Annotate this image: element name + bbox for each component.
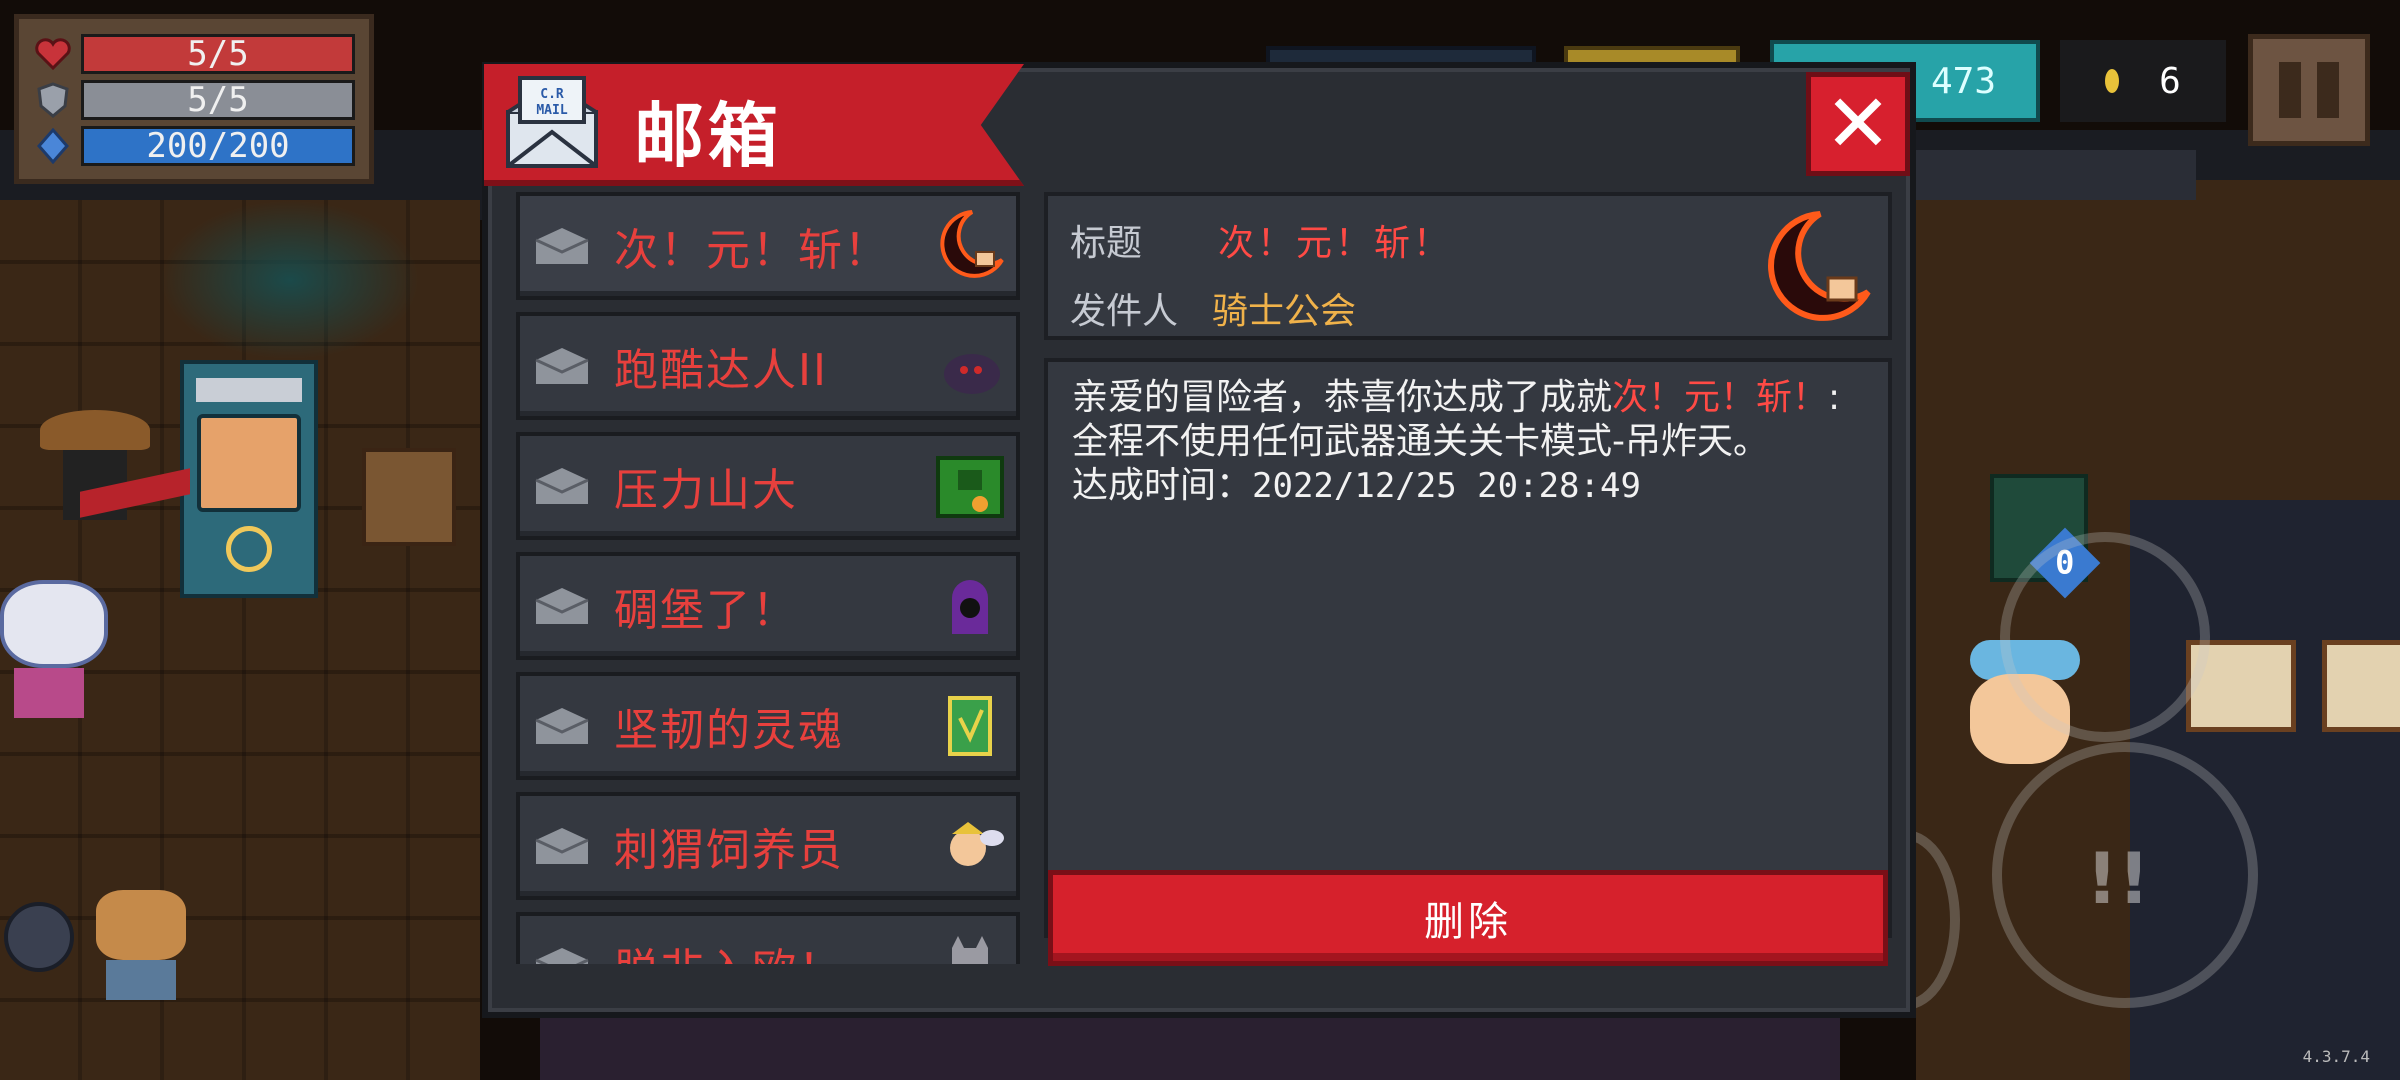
opened-envelope-icon	[535, 348, 589, 384]
opened-envelope-icon	[535, 468, 589, 504]
mailbox-header: C.R MAIL 邮箱	[484, 64, 1024, 186]
crescent-blade-icon	[1768, 211, 1871, 321]
energy-bar: 200/200	[81, 126, 355, 166]
mail-list[interactable]: 次！元！斩！ 跑酷达人II 压力山大 碉堡了！ 坚韧的灵魂 刺猬饲养员	[516, 192, 1020, 964]
mail-item-title: 刺猬饲养员	[614, 825, 844, 876]
winged-pet-icon	[950, 822, 1004, 866]
pause-button[interactable]	[2248, 34, 2370, 146]
opened-envelope-icon	[535, 828, 589, 864]
gacha-machine[interactable]	[180, 360, 318, 598]
mail-item[interactable]: 次！元！斩！	[516, 192, 1020, 300]
version-label: 4.3.7.4	[2302, 1047, 2370, 1066]
mail-item-title: 次！元！斩！	[614, 225, 890, 276]
heart-icon	[33, 36, 73, 72]
coin-icon	[2105, 69, 2120, 93]
sender-value: 骑士公会	[1212, 291, 1357, 332]
subject-label: 标题	[1070, 223, 1143, 264]
mail-item-title: 跑酷达人II	[614, 345, 828, 396]
opened-envelope-icon	[535, 708, 589, 744]
purple-ghost-icon	[952, 580, 988, 634]
close-button[interactable]: ✕	[1806, 72, 1910, 176]
green-card-icon	[948, 696, 992, 756]
coin-counter: 6	[2060, 40, 2226, 122]
mail-item[interactable]: 坚韧的灵魂	[516, 672, 1020, 780]
opened-envelope-icon	[535, 948, 589, 964]
mail-item[interactable]: 碉堡了！	[516, 552, 1020, 660]
shadow-creature-icon	[944, 354, 1000, 394]
mail-body-text: 亲爱的冒险者，恭喜你达成了成就次！元！斩！:全程不使用任何武器通关关卡模式-吊炸…	[1072, 377, 1841, 462]
subject-value: 次！元！斩！	[1218, 223, 1453, 264]
achieve-time: 达成时间：2022/12/25 20:28:49	[1072, 465, 1641, 506]
mail-item-title: 压力山大	[614, 465, 798, 516]
opened-envelope-icon	[535, 588, 589, 624]
mail-item[interactable]: 刺猬饲养员	[516, 792, 1020, 900]
mail-item[interactable]: 脱非入欧！	[516, 912, 1020, 964]
skill-icon: !!	[2086, 838, 2150, 920]
mail-envelope-icon: C.R MAIL	[504, 72, 600, 170]
mail-item-title: 碉堡了！	[614, 585, 798, 636]
delete-button[interactable]: 删除	[1048, 870, 1888, 966]
green-boss-icon	[936, 456, 1004, 518]
mail-item[interactable]: 跑酷达人II	[516, 312, 1020, 420]
svg-text:MAIL: MAIL	[536, 103, 567, 118]
treasure-box[interactable]	[362, 448, 456, 546]
pet-dog[interactable]	[96, 890, 196, 1010]
sender-label: 发件人	[1070, 291, 1179, 332]
crescent-blade-icon	[940, 210, 1004, 278]
player-stats-panel: 5/5 5/5 200/200	[14, 14, 374, 184]
grey-cat-icon	[952, 936, 988, 964]
mail-item-title: 坚韧的灵魂	[614, 705, 844, 756]
mailbox-window: C.R MAIL 邮箱 ✕ 次！元！斩！ 跑酷达人II 压力山大 碉堡了！ 坚韧…	[482, 62, 1916, 1018]
health-bar: 5/5	[81, 34, 355, 74]
npc-white-hero[interactable]	[0, 580, 120, 720]
mail-item-title: 脱非入欧！	[614, 934, 844, 964]
armor-bar: 5/5	[81, 80, 355, 120]
mailbox-title: 邮箱	[634, 95, 782, 177]
energy-crystal-icon	[33, 128, 73, 164]
mail-detail-header: 标题 次！元！斩！ 发件人 骑士公会	[1044, 192, 1892, 340]
pot	[4, 902, 74, 972]
svg-text:C.R: C.R	[540, 87, 564, 102]
shield-icon	[33, 82, 73, 118]
notice-board-2[interactable]	[2322, 640, 2400, 732]
mail-item[interactable]: 压力山大	[516, 432, 1020, 540]
close-icon: ✕	[1824, 77, 1892, 170]
swap-weapon-button[interactable]	[2000, 532, 2210, 742]
opened-envelope-icon	[535, 228, 589, 264]
npc-scarecrow[interactable]	[40, 410, 190, 560]
achievement-name: 次！元！斩！	[1612, 377, 1829, 418]
attack-button[interactable]: !!	[1992, 742, 2258, 1008]
mail-body: 亲爱的冒险者，恭喜你达成了成就次！元！斩！:全程不使用任何武器通关关卡模式-吊炸…	[1044, 358, 1892, 938]
